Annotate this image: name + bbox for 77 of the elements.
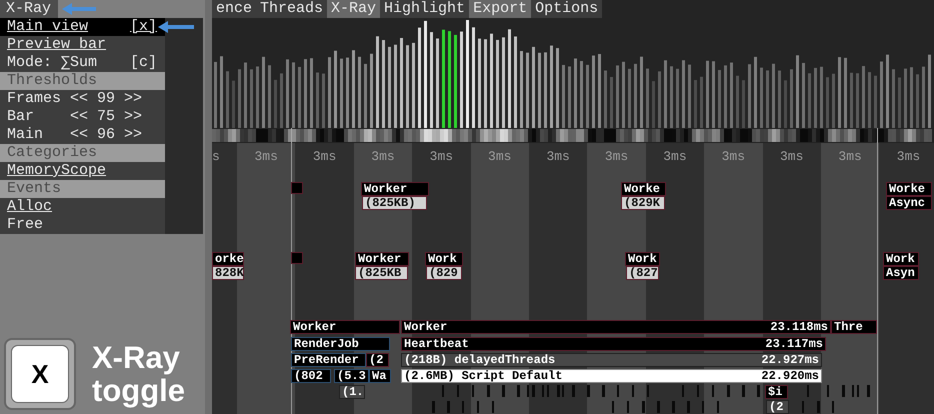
time-label: 3ms bbox=[838, 149, 862, 164]
left-arrow-icon bbox=[158, 21, 194, 33]
menu-tab[interactable]: Export bbox=[469, 0, 532, 18]
timing-bar[interactable]: (218B) delayedThreads 22.927ms bbox=[401, 353, 822, 367]
threshold-stepper[interactable]: Frames << 99 >> bbox=[0, 90, 165, 108]
time-label: 3ms bbox=[254, 149, 278, 164]
timing-bar[interactable]: (2.6MB) Script Default 22.920ms bbox=[401, 369, 822, 383]
thread-label[interactable]: Work bbox=[883, 252, 919, 266]
time-label: s bbox=[212, 149, 220, 164]
size-label[interactable]: (829K bbox=[621, 196, 665, 210]
menu-item[interactable]: Mode: ∑Sum [c] bbox=[0, 54, 165, 72]
menu-item[interactable]: Main view [x] bbox=[0, 18, 165, 36]
thread-label[interactable]: (2 bbox=[366, 353, 389, 367]
memory-label[interactable]: (1. bbox=[339, 385, 365, 399]
time-label: 3ms bbox=[663, 149, 687, 164]
thread-label[interactable]: Work bbox=[425, 252, 463, 266]
thread-label[interactable]: Worker bbox=[355, 252, 409, 266]
thread-label[interactable]: Worke bbox=[886, 182, 932, 196]
menu-item[interactable]: Preview bar bbox=[0, 36, 165, 54]
duration-text: 22.927ms bbox=[761, 354, 819, 366]
time-label: 3ms bbox=[722, 149, 746, 164]
menu-item[interactable]: MemoryScope bbox=[0, 162, 165, 180]
scope-name: (2.6MB) Script Default bbox=[404, 370, 562, 382]
time-label: 3ms bbox=[604, 149, 628, 164]
thread-label[interactable]: Async bbox=[886, 196, 932, 210]
menu-tab[interactable]: Threads bbox=[256, 0, 328, 18]
thread-label[interactable]: Work bbox=[625, 252, 660, 266]
section-header: Categories bbox=[0, 144, 165, 162]
time-label: 3ms bbox=[546, 149, 570, 164]
menu-tab[interactable]: Options bbox=[531, 0, 602, 18]
scope-label[interactable]: PreRender bbox=[291, 353, 366, 367]
scope-name: Heartbeat bbox=[404, 338, 469, 350]
thread-label[interactable]: Thre bbox=[831, 320, 877, 334]
time-label: 3ms bbox=[780, 149, 804, 164]
section-header: Thresholds bbox=[0, 72, 165, 90]
section-header: Events bbox=[0, 180, 165, 198]
threshold-stepper[interactable]: Main << 96 >> bbox=[0, 126, 165, 144]
duration-text: 23.117ms bbox=[765, 338, 823, 350]
timing-bar[interactable]: Worker 23.118ms bbox=[401, 320, 831, 334]
scope-label[interactable]: (802 bbox=[291, 369, 331, 383]
menu-title[interactable]: X-Ray bbox=[0, 0, 58, 18]
menu-tab[interactable]: Highlight bbox=[380, 0, 470, 18]
size-label[interactable]: (827 bbox=[626, 266, 659, 280]
caption-text: X-Ray toggle bbox=[92, 341, 186, 407]
time-label: 3ms bbox=[371, 149, 395, 164]
menu-tab[interactable]: ence bbox=[212, 0, 256, 18]
duration-text: 23.118ms bbox=[770, 321, 828, 333]
memory-label[interactable]: (2 bbox=[766, 400, 789, 414]
thread-label[interactable]: Asyn bbox=[883, 266, 919, 280]
left-arrow-icon bbox=[62, 3, 96, 15]
scope-name: Worker bbox=[404, 321, 448, 333]
time-label: 3ms bbox=[430, 149, 454, 164]
frame-strip[interactable] bbox=[212, 128, 934, 143]
event-marker[interactable] bbox=[291, 182, 303, 194]
timing-bar[interactable]: Heartbeat 23.117ms bbox=[401, 337, 826, 351]
time-label: 3ms bbox=[896, 149, 920, 164]
thread-label[interactable]: Worker bbox=[361, 182, 429, 196]
duration-text: 22.920ms bbox=[761, 370, 819, 382]
time-label: 3ms bbox=[312, 149, 336, 164]
event-marker[interactable] bbox=[291, 252, 303, 264]
size-label[interactable]: (825KB) bbox=[362, 196, 427, 210]
threshold-stepper[interactable]: Bar << 75 >> bbox=[0, 108, 165, 126]
scope-name: (218B) delayedThreads bbox=[404, 354, 556, 366]
menu-item[interactable]: Free bbox=[0, 216, 165, 234]
thread-label[interactable]: Worker bbox=[290, 320, 400, 334]
menu-item[interactable]: Alloc bbox=[0, 198, 165, 216]
scope-label[interactable]: RenderJob bbox=[291, 337, 390, 351]
scope-label[interactable]: (5.3 bbox=[334, 369, 369, 383]
time-label: 3ms bbox=[488, 149, 512, 164]
thread-label[interactable]: orke bbox=[212, 252, 244, 266]
menu-tab[interactable]: X-Ray bbox=[327, 0, 380, 18]
thread-label[interactable]: Worke bbox=[621, 182, 666, 196]
thread-label[interactable]: $i bbox=[765, 385, 788, 399]
size-label[interactable]: (829 bbox=[426, 266, 462, 280]
size-label[interactable]: (825KB bbox=[355, 266, 408, 280]
keyboard-key: X bbox=[4, 338, 76, 410]
scope-label[interactable]: Wa bbox=[369, 369, 391, 383]
